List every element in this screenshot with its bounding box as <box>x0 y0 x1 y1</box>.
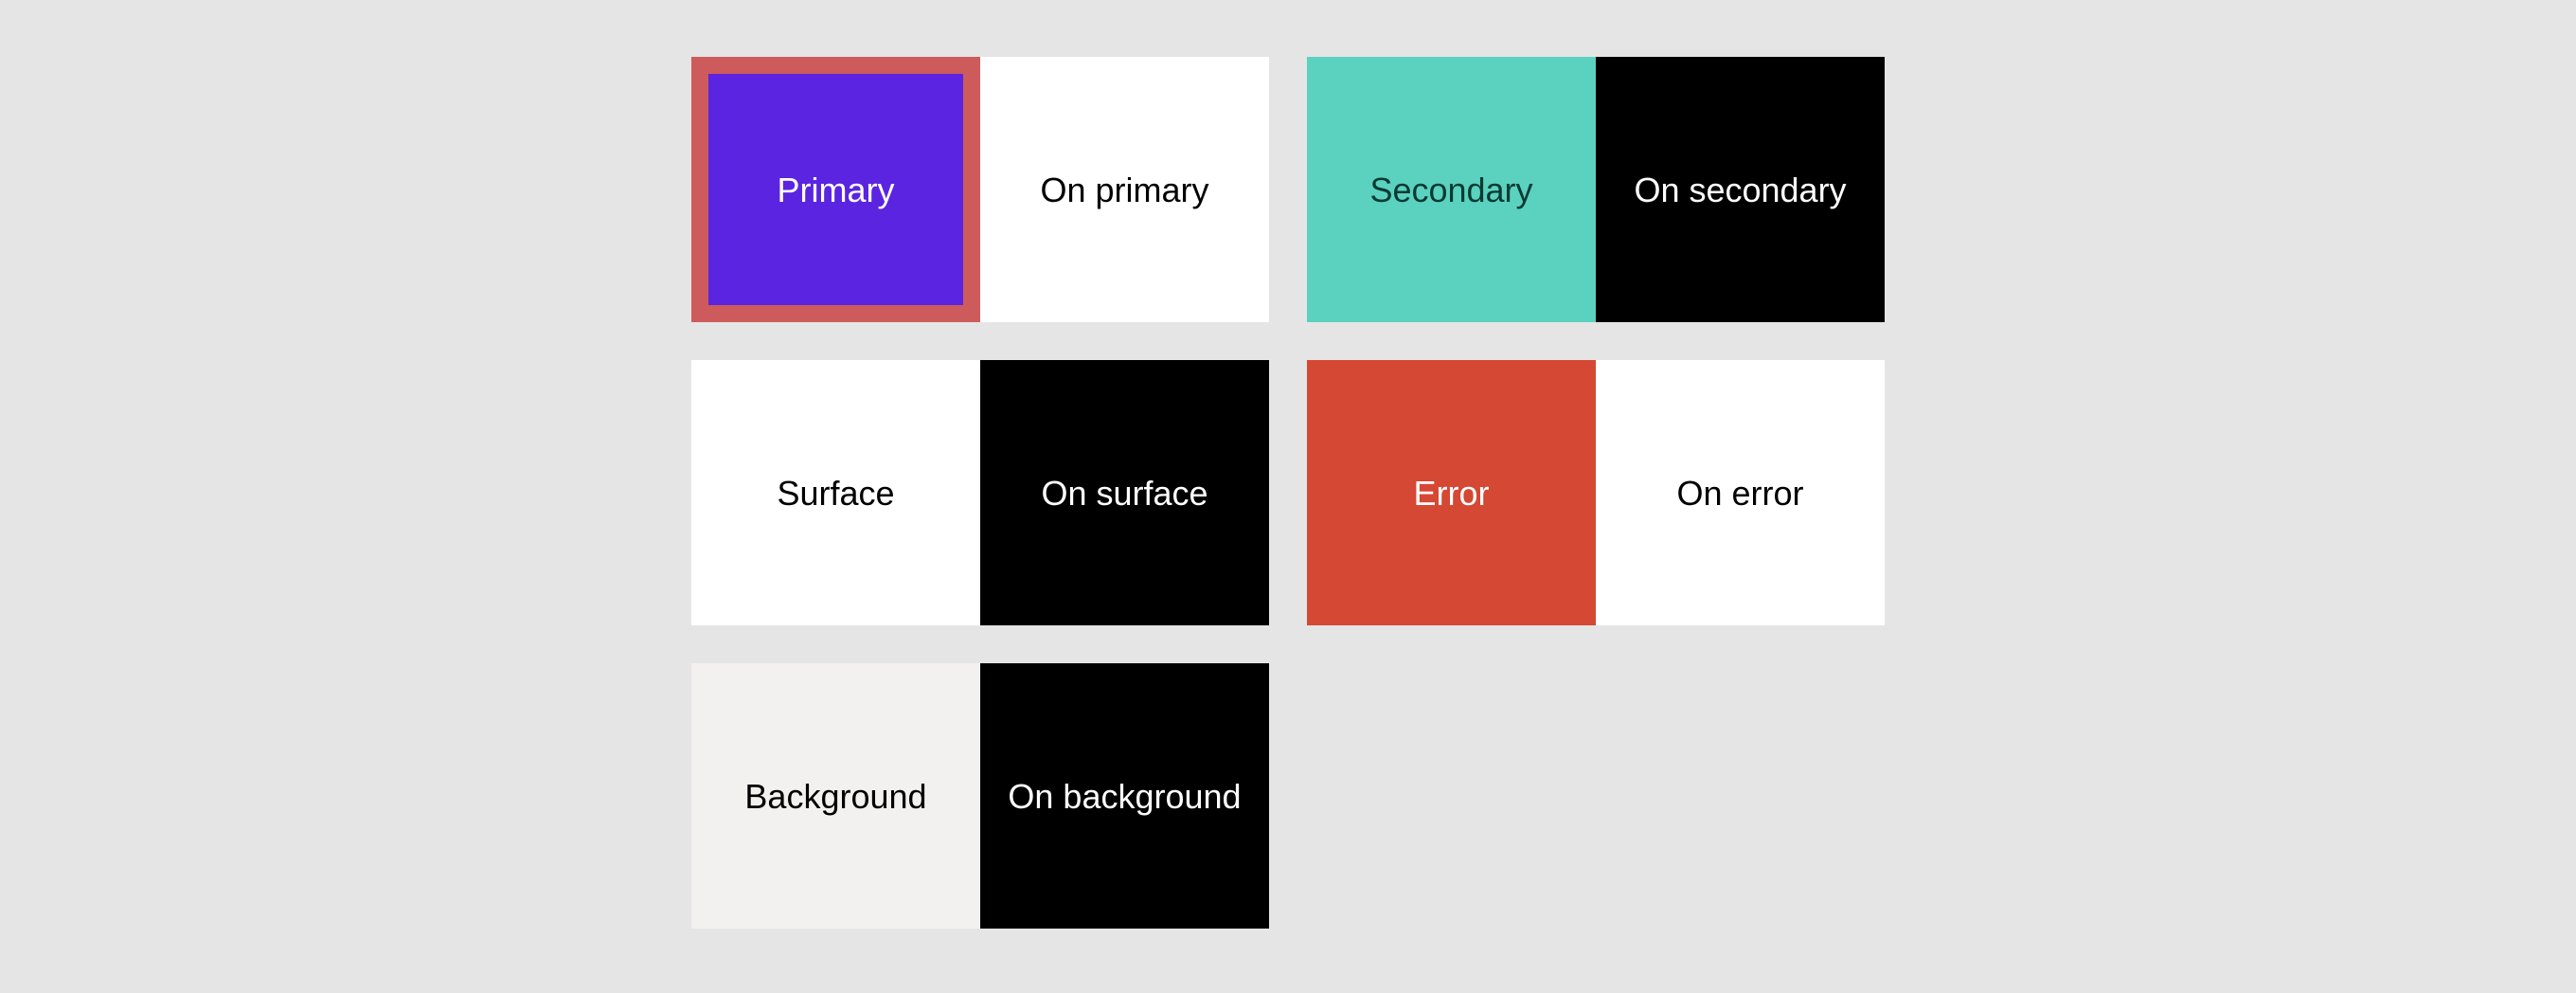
swatch-on-background[interactable]: On background <box>980 663 1269 929</box>
palette-pair-secondary: Secondary On secondary <box>1307 57 1885 322</box>
palette-pair-primary: Primary On primary <box>691 57 1269 322</box>
palette-pair-surface: Surface On surface <box>691 360 1269 625</box>
palette-pair-error: Error On error <box>1307 360 1885 625</box>
swatch-surface[interactable]: Surface <box>691 360 980 625</box>
swatch-primary[interactable]: Primary <box>691 57 980 322</box>
palette-pair-background: Background On background <box>691 663 1269 929</box>
swatch-on-error[interactable]: On error <box>1596 360 1885 625</box>
color-scheme-palette: Primary On primary Secondary On secondar… <box>691 57 1885 993</box>
palette-row: Background On background <box>691 663 1885 929</box>
swatch-error[interactable]: Error <box>1307 360 1596 625</box>
swatch-on-primary[interactable]: On primary <box>980 57 1269 322</box>
swatch-on-secondary[interactable]: On secondary <box>1596 57 1885 322</box>
palette-row: Primary On primary Secondary On secondar… <box>691 57 1885 322</box>
swatch-on-surface[interactable]: On surface <box>980 360 1269 625</box>
swatch-secondary[interactable]: Secondary <box>1307 57 1596 322</box>
palette-row: Surface On surface Error On error <box>691 360 1885 625</box>
swatch-background[interactable]: Background <box>691 663 980 929</box>
